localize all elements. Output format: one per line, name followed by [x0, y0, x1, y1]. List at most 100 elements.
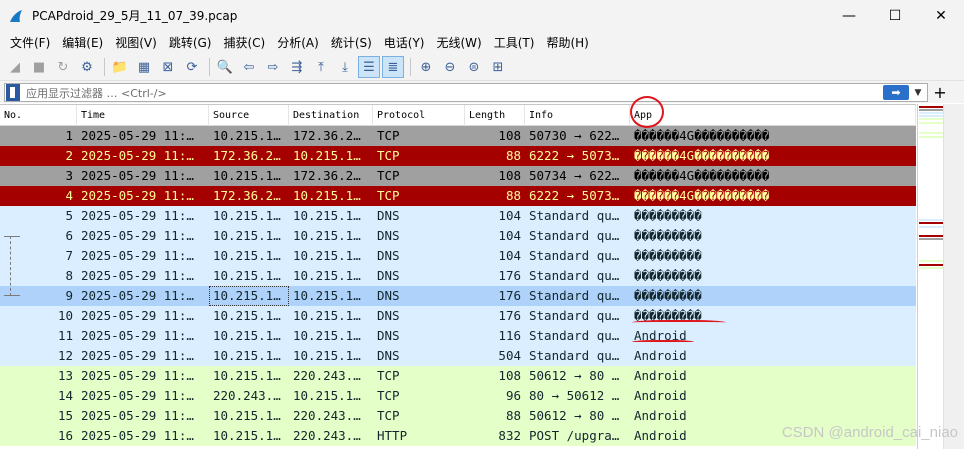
menu-item-10[interactable]: 帮助(H): [540, 34, 594, 51]
packet-row[interactable]: 9 2025-05-29 11:… 10.215.1… 10.215.1… DNS 176…: [0, 286, 916, 306]
packet-row[interactable]: 2 2025-05-29 11:… 172.36.2… 10.215.1… TCP 88 6…: [0, 146, 916, 166]
vertical-scrollbar[interactable]: [943, 104, 964, 449]
cell-no: 2: [65, 148, 73, 163]
cell-app: ���������: [634, 248, 702, 263]
packet-minimap[interactable]: [917, 104, 943, 449]
column-header-time[interactable]: Time: [77, 105, 209, 126]
packet-row[interactable]: 6 2025-05-29 11:… 10.215.1… 10.215.1… DNS 104…: [0, 226, 916, 246]
packet-row[interactable]: 7 2025-05-29 11:… 10.215.1… 10.215.1… DNS 104…: [0, 246, 916, 266]
menu-item-8[interactable]: 无线(W): [431, 34, 488, 51]
column-header-info[interactable]: Info: [525, 105, 630, 126]
packet-row[interactable]: 16 2025-05-29 11:… 10.215.1… 220.243.… HTTP 8…: [0, 426, 916, 446]
menu-item-2[interactable]: 视图(V): [109, 34, 163, 51]
cell-time: 2025-05-29 11:…: [81, 368, 194, 383]
add-filter-button[interactable]: +: [932, 83, 948, 102]
packet-row[interactable]: 13 2025-05-29 11:… 10.215.1… 220.243.… TCP 10…: [0, 366, 916, 386]
start-capture-icon[interactable]: ◢: [4, 56, 26, 78]
cell-length: 104: [498, 208, 521, 223]
cell-protocol: DNS: [377, 268, 400, 283]
cell-protocol: DNS: [377, 348, 400, 363]
column-header-protocol[interactable]: Protocol: [373, 105, 465, 126]
column-header-length[interactable]: Length: [465, 105, 525, 126]
column-header-no[interactable]: No.: [0, 105, 77, 126]
go-to-packet-icon[interactable]: ⇶: [286, 56, 308, 78]
cell-no: 15: [57, 408, 73, 423]
menu-item-1[interactable]: 编辑(E): [56, 34, 109, 51]
go-back-icon[interactable]: ⇦: [238, 56, 260, 78]
filter-bookmark-icon[interactable]: [6, 84, 20, 101]
close-file-icon[interactable]: ⊠: [157, 56, 179, 78]
filter-history-dropdown-icon[interactable]: ▼: [911, 85, 925, 100]
restart-capture-icon[interactable]: ↻: [52, 56, 74, 78]
menu-item-5[interactable]: 分析(A): [271, 34, 325, 51]
menu-item-7[interactable]: 电话(Y): [378, 34, 431, 51]
resize-columns-icon[interactable]: ⊞: [487, 56, 509, 78]
cell-protocol: TCP: [377, 148, 400, 163]
packet-row[interactable]: 15 2025-05-29 11:… 10.215.1… 220.243.… TCP 88…: [0, 406, 916, 426]
packet-list-header: No. Time Source Destination Protocol Length In…: [0, 105, 916, 126]
packet-row[interactable]: 1 2025-05-29 11:… 10.215.1… 172.36.2… TCP 108…: [0, 126, 916, 146]
minimize-button[interactable]: —: [826, 0, 872, 31]
save-file-icon[interactable]: ▦: [133, 56, 155, 78]
cell-destination: 10.215.1…: [293, 308, 361, 323]
cell-info: Standard qu…: [529, 288, 620, 303]
apply-filter-button[interactable]: ➡: [883, 85, 909, 100]
zoom-out-icon[interactable]: ⊖: [439, 56, 461, 78]
display-filter-input[interactable]: 应用显示过滤器 … <Ctrl-/> ➡ ▼: [4, 83, 928, 102]
menu-item-6[interactable]: 统计(S): [325, 34, 378, 51]
cell-destination: 10.215.1…: [293, 248, 361, 263]
capture-options-icon[interactable]: ⚙: [76, 56, 98, 78]
minimap-mark: [919, 115, 943, 117]
maximize-button[interactable]: ☐: [872, 0, 918, 31]
toolbar-separator: [104, 58, 105, 76]
open-file-icon[interactable]: 📁: [109, 56, 131, 78]
packet-row[interactable]: 3 2025-05-29 11:… 10.215.1… 172.36.2… TCP 108…: [0, 166, 916, 186]
cell-app: ������4G����������: [634, 188, 770, 203]
packet-row[interactable]: 8 2025-05-29 11:… 10.215.1… 10.215.1… DNS 176…: [0, 266, 916, 286]
packet-row[interactable]: 14 2025-05-29 11:… 220.243.… 10.215.1… TCP 96…: [0, 386, 916, 406]
packet-row[interactable]: 11 2025-05-29 11:… 10.215.1… 10.215.1… DNS 11…: [0, 326, 916, 346]
cell-no: 5: [65, 208, 73, 223]
zoom-normal-icon[interactable]: ⊜: [463, 56, 485, 78]
auto-scroll-icon[interactable]: ☰: [358, 56, 380, 78]
cell-info: 6222 → 5073…: [529, 188, 620, 203]
cell-time: 2025-05-29 11:…: [81, 228, 194, 243]
menu-item-4[interactable]: 捕获(C): [217, 34, 271, 51]
minimap-mark: [919, 112, 943, 114]
menu-item-3[interactable]: 跳转(G): [163, 34, 218, 51]
packet-row[interactable]: 12 2025-05-29 11:… 10.215.1… 10.215.1… DNS 50…: [0, 346, 916, 366]
app-column-circle-annotation: [630, 96, 664, 128]
cell-destination: 220.243.…: [293, 428, 361, 443]
go-last-icon[interactable]: ⤓: [334, 56, 356, 78]
menu-item-0[interactable]: 文件(F): [4, 34, 56, 51]
menu-item-9[interactable]: 工具(T): [488, 34, 541, 51]
cell-time: 2025-05-29 11:…: [81, 268, 194, 283]
display-filter-bar: 应用显示过滤器 … <Ctrl-/> ➡ ▼ +: [0, 81, 964, 103]
cell-length: 108: [498, 128, 521, 143]
cell-destination: 10.215.1…: [293, 188, 361, 203]
packet-list[interactable]: No. Time Source Destination Protocol Length In…: [0, 104, 916, 449]
packet-row[interactable]: 4 2025-05-29 11:… 172.36.2… 10.215.1… TCP 88 6…: [0, 186, 916, 206]
go-first-icon[interactable]: ⤒: [310, 56, 332, 78]
reload-file-icon[interactable]: ⟳: [181, 56, 203, 78]
close-button[interactable]: ✕: [918, 0, 964, 31]
packet-row[interactable]: 5 2025-05-29 11:… 10.215.1… 10.215.1… DNS 104…: [0, 206, 916, 226]
go-forward-icon[interactable]: ⇨: [262, 56, 284, 78]
cell-protocol: DNS: [377, 228, 400, 243]
cell-length: 88: [505, 148, 521, 163]
cell-time: 2025-05-29 11:…: [81, 148, 194, 163]
column-header-destination[interactable]: Destination: [289, 105, 373, 126]
stop-capture-icon[interactable]: ■: [28, 56, 50, 78]
cell-no: 10: [57, 308, 73, 323]
packet-row[interactable]: 10 2025-05-29 11:… 10.215.1… 10.215.1… DNS 17…: [0, 306, 916, 326]
cell-length: 176: [498, 268, 521, 283]
column-header-source[interactable]: Source: [209, 105, 289, 126]
cell-time: 2025-05-29 11:…: [81, 308, 194, 323]
colorize-icon[interactable]: ≣: [382, 56, 404, 78]
zoom-in-icon[interactable]: ⊕: [415, 56, 437, 78]
column-header-app[interactable]: App: [630, 105, 916, 126]
cell-app: Android: [634, 408, 687, 423]
cell-time: 2025-05-29 11:…: [81, 348, 194, 363]
cell-app: ���������: [634, 228, 702, 243]
find-packet-icon[interactable]: 🔍: [214, 56, 236, 78]
